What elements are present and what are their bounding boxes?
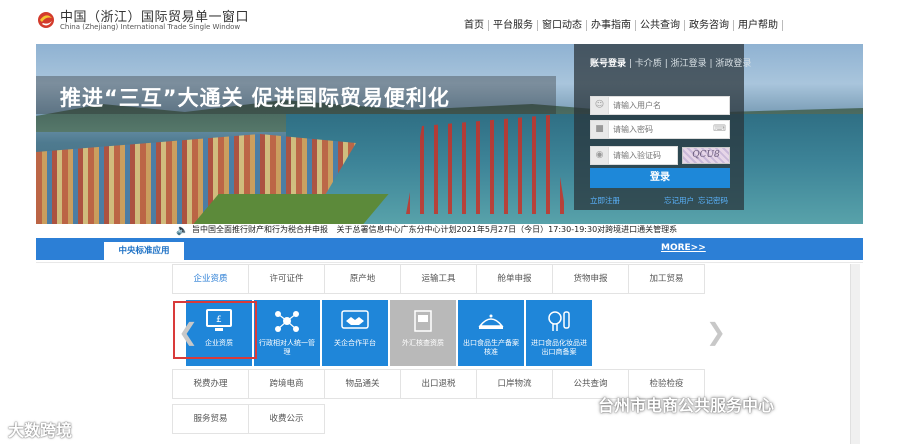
site-subtitle: China (Zhejiang) International Trade Sin… — [60, 23, 241, 31]
more-link[interactable]: MORE>> — [661, 243, 706, 253]
nav-home[interactable]: 首页 — [460, 20, 489, 31]
keyboard-icon[interactable]: ⌨ — [713, 124, 726, 134]
banner-slogan: 推进“三互”大通关 促进国际贸易便利化 — [60, 86, 450, 110]
tile-label: 出口食品生产备案核准 — [463, 339, 519, 356]
tab-gov-login[interactable]: 浙政登录 — [715, 59, 751, 69]
divider — [36, 262, 863, 263]
category-enterprise-qualification[interactable]: 企业资质 — [172, 264, 249, 294]
document-icon — [414, 310, 432, 332]
speaker-icon: 🔈 — [176, 225, 189, 236]
category-processing-trade[interactable]: 加工贸易 — [628, 264, 705, 294]
logo-icon[interactable] — [36, 8, 56, 32]
people-network-icon — [275, 311, 299, 332]
category-row-top: 企业资质 许可证件 原产地 运输工具 舱单申报 货物申报 加工贸易 — [172, 264, 705, 294]
tab-account-login[interactable]: 账号登录 — [590, 59, 626, 69]
category-manifest[interactable]: 舱单申报 — [476, 264, 553, 294]
tile-label: 关企合作平台 — [334, 339, 376, 347]
category-row-last: 服务贸易 收费公示 — [172, 404, 325, 434]
site-header: 中国（浙江）国际贸易单一窗口 China (Zhejiang) Internat… — [0, 0, 900, 42]
cosmetics-icon — [548, 311, 570, 331]
watermark-left: 大数跨境 — [8, 421, 73, 440]
app-tile-customs-cooperation[interactable]: 关企合作平台 — [322, 300, 388, 366]
watermark-right: 台州市电商公共服务中心 — [598, 396, 775, 415]
category-goods-clearance[interactable]: 物品通关 — [324, 369, 401, 399]
category-service-trade[interactable]: 服务贸易 — [172, 404, 249, 434]
app-tile-forex-check[interactable]: 外汇核查资质 — [390, 300, 456, 366]
app-tile-admin-counterpart[interactable]: 行政相对人统一管理 — [254, 300, 320, 366]
category-transport[interactable]: 运输工具 — [400, 264, 477, 294]
tile-label: 行政相对人统一管理 — [259, 339, 315, 356]
handshake-icon — [341, 310, 369, 329]
forgot-password-link[interactable]: 忘记密码 — [698, 195, 728, 206]
nav-guide[interactable]: 办事指南 — [587, 20, 636, 31]
tile-label: 外汇核查资质 — [402, 339, 444, 347]
captcha-image[interactable]: QCU8 — [682, 147, 730, 164]
password-field: ■ ⌨ — [590, 120, 730, 139]
username-input[interactable] — [613, 99, 709, 112]
forgot-user-link[interactable]: 忘记用户 — [664, 195, 694, 206]
category-goods-declaration[interactable]: 货物申报 — [552, 264, 629, 294]
category-tax[interactable]: 税费办理 — [172, 369, 249, 399]
nav-public-query[interactable]: 公共查询 — [636, 20, 685, 31]
category-export-rebate[interactable]: 出口退税 — [400, 369, 477, 399]
banner-green-area — [193, 194, 389, 224]
highlight-box — [173, 301, 257, 359]
app-tile-export-food[interactable]: 出口食品生产备案核准 — [458, 300, 524, 366]
top-navigation: 首页 平台服务 窗口动态 办事指南 公共查询 政务咨询 用户帮助 — [460, 20, 783, 31]
captcha-field: ◉ — [590, 146, 678, 165]
register-link[interactable]: 立即注册 — [590, 195, 620, 206]
login-button[interactable]: 登录 — [590, 168, 730, 188]
nav-window-news[interactable]: 窗口动态 — [538, 20, 587, 31]
captcha-input[interactable] — [613, 149, 675, 162]
tab-zhejiang-login[interactable]: 浙江登录 — [671, 59, 707, 69]
user-icon: ☺ — [591, 97, 609, 114]
username-field: ☺ — [590, 96, 730, 115]
tab-central-standard-apps[interactable]: 中央标准应用 — [104, 242, 184, 260]
category-origin[interactable]: 原产地 — [324, 264, 401, 294]
category-fee-disclosure[interactable]: 收费公示 — [248, 404, 325, 434]
notice-bar: 旨中国全面推行财产和行为税合并申报 关于总署信息中心广东分中心计划2021年5月… — [192, 224, 772, 238]
category-license[interactable]: 许可证件 — [248, 264, 325, 294]
app-tile-import-cosmetics[interactable]: 进口食品化妆品进出口商备案 — [526, 300, 592, 366]
tab-card-login[interactable]: 卡介质 — [635, 59, 662, 69]
nav-help[interactable]: 用户帮助 — [734, 20, 783, 31]
password-input[interactable] — [613, 123, 709, 136]
nav-platform-services[interactable]: 平台服务 — [489, 20, 538, 31]
nav-consult[interactable]: 政务咨询 — [685, 20, 734, 31]
category-cross-border[interactable]: 跨境电商 — [248, 369, 325, 399]
notice-item[interactable]: 关于总署信息中心广东分中心计划2021年5月27日（今日）17:30-19:30… — [337, 225, 678, 234]
tile-label: 进口食品化妆品进出口商备案 — [531, 339, 587, 356]
notice-item[interactable]: 旨中国全面推行财产和行为税合并申报 — [192, 225, 328, 234]
shield-icon: ◉ — [591, 147, 609, 164]
login-tabs: 账号登录 | 卡介质 | 浙江登录 | 浙政登录 — [590, 59, 752, 69]
scrollbar[interactable] — [850, 264, 860, 444]
food-icon — [478, 314, 504, 329]
chevron-right-icon[interactable]: ❯ — [706, 318, 726, 346]
lock-icon: ■ — [591, 121, 609, 138]
category-port-logistics[interactable]: 口岸物流 — [476, 369, 553, 399]
